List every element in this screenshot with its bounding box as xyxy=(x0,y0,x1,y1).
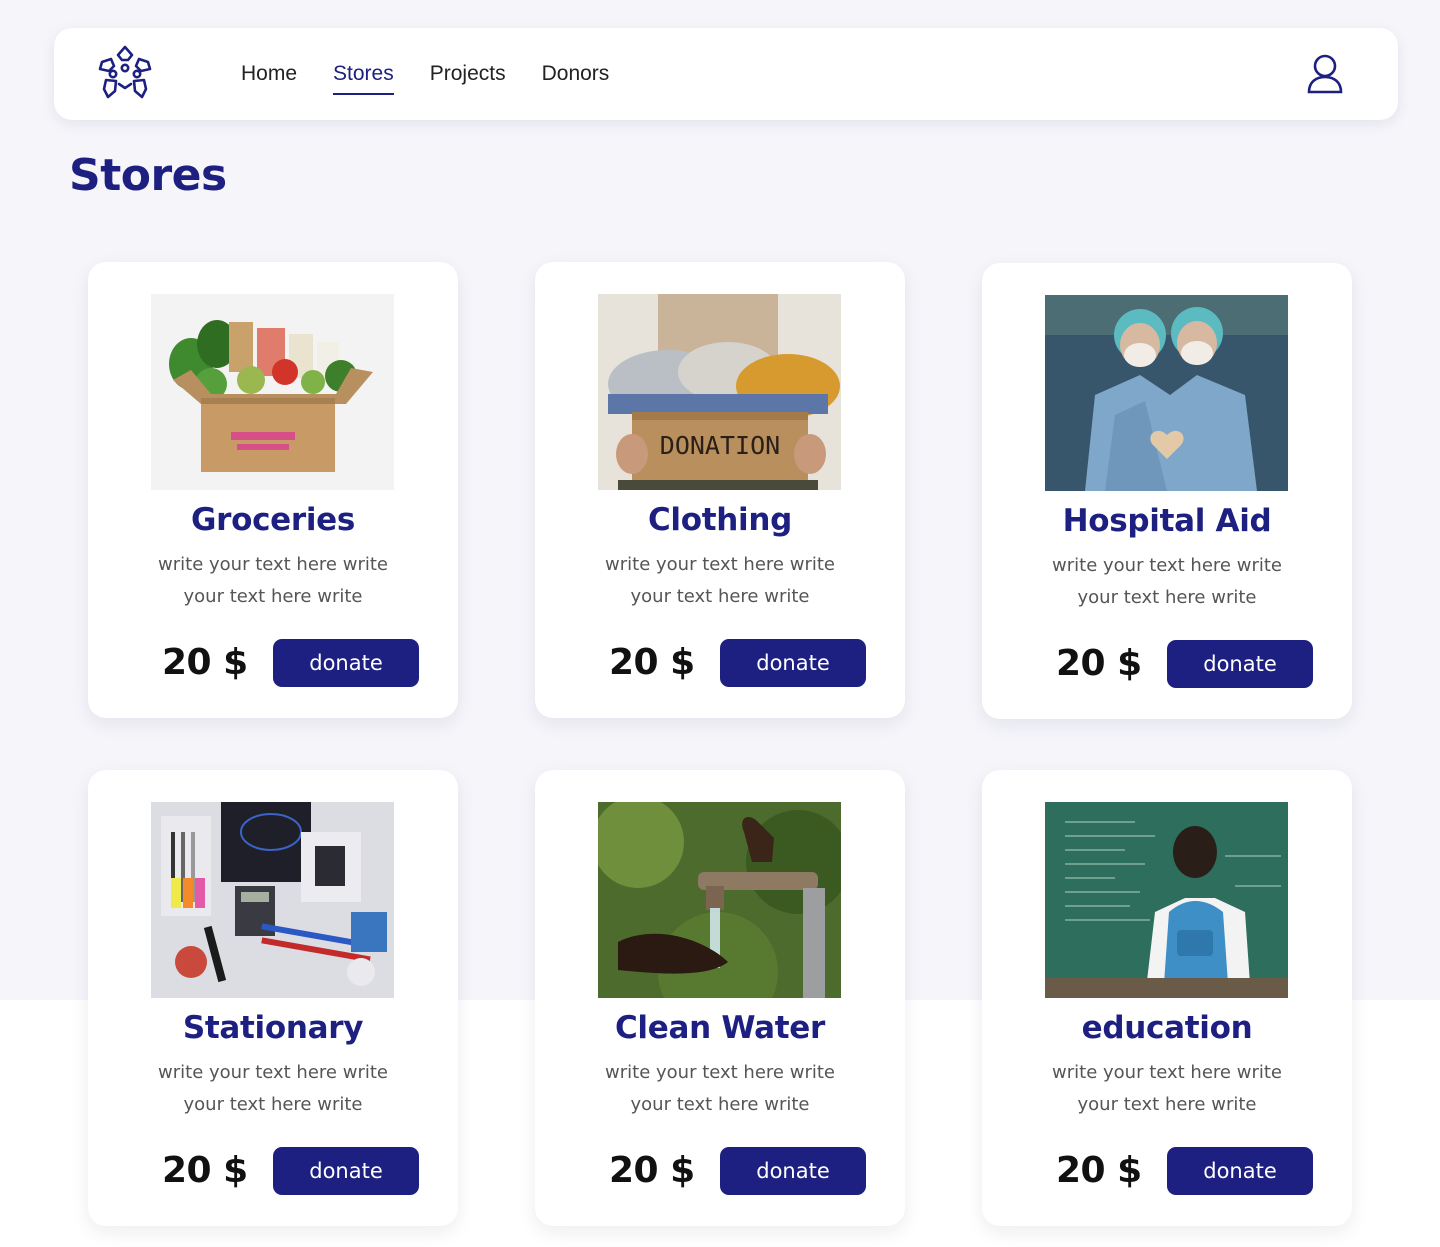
groceries-box-image xyxy=(151,294,394,490)
store-title: Stationary xyxy=(182,1010,364,1046)
donate-button[interactable]: donate xyxy=(720,1147,866,1195)
store-title: Groceries xyxy=(190,502,356,538)
school-supplies-image xyxy=(151,802,394,998)
store-price: 20 $ xyxy=(162,1150,248,1191)
store-description: write your text here write your text her… xyxy=(1052,1062,1282,1115)
store-description: write your text here write your text her… xyxy=(1052,555,1282,608)
donate-button[interactable]: donate xyxy=(273,1147,419,1195)
student-blackboard-image xyxy=(1045,802,1288,998)
donation-clothes-box-image: DONATION xyxy=(598,294,841,490)
water-tap-image xyxy=(598,802,841,998)
page-title: Stores xyxy=(69,150,227,201)
store-card-clothing: DONATION Clothing write your text here w… xyxy=(535,262,905,718)
store-title: education xyxy=(1081,1010,1253,1046)
store-price: 20 $ xyxy=(1056,643,1142,684)
svg-text:DONATION: DONATION xyxy=(660,431,780,460)
donate-button[interactable]: donate xyxy=(1167,1147,1313,1195)
store-price: 20 $ xyxy=(609,642,695,683)
nav-donors-link[interactable]: Donors xyxy=(542,28,610,120)
top-navbar: Home Stores Projects Donors xyxy=(54,28,1398,120)
store-description: write your text here write your text her… xyxy=(605,1062,835,1115)
donate-button[interactable]: donate xyxy=(273,639,419,687)
store-title: Clean Water xyxy=(614,1010,826,1046)
store-card-hospital-aid: Hospital Aid write your text here write … xyxy=(982,263,1352,719)
main-nav: Home Stores Projects Donors xyxy=(241,28,609,120)
store-description: write your text here write your text her… xyxy=(158,554,388,607)
store-description: write your text here write your text her… xyxy=(158,1062,388,1115)
hands-logo-icon[interactable] xyxy=(94,44,156,102)
medical-staff-image xyxy=(1045,295,1288,491)
nav-projects-link[interactable]: Projects xyxy=(430,28,506,120)
store-price: 20 $ xyxy=(162,642,248,683)
user-icon[interactable] xyxy=(1306,53,1344,95)
donate-button[interactable]: donate xyxy=(720,639,866,687)
store-card-clean-water: Clean Water write your text here write y… xyxy=(535,770,905,1226)
donate-button[interactable]: donate xyxy=(1167,640,1313,688)
nav-stores-link[interactable]: Stores xyxy=(333,28,394,120)
nav-home-link[interactable]: Home xyxy=(241,28,297,120)
store-title: Hospital Aid xyxy=(1062,503,1272,539)
store-card-education: education write your text here write you… xyxy=(982,770,1352,1226)
store-title: Clothing xyxy=(647,502,793,538)
store-description: write your text here write your text her… xyxy=(605,554,835,607)
store-card-groceries: Groceries write your text here write you… xyxy=(88,262,458,718)
store-price: 20 $ xyxy=(1056,1150,1142,1191)
store-price: 20 $ xyxy=(609,1150,695,1191)
store-card-stationary: Stationary write your text here write yo… xyxy=(88,770,458,1226)
